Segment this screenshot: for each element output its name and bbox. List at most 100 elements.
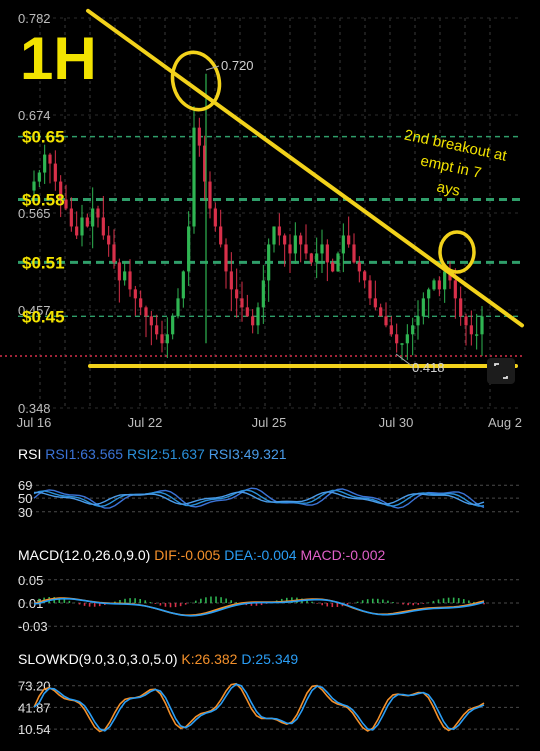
candle-body	[352, 244, 356, 263]
candle-body	[373, 298, 377, 308]
candle-body	[75, 226, 79, 236]
rsi2-value: RSI2:51.637	[126, 446, 205, 462]
candle-body	[69, 208, 73, 227]
x-tick-label: Jul 16	[17, 415, 52, 430]
candle-body	[96, 208, 100, 218]
support-level-label: $0.51	[22, 253, 65, 272]
candle-body	[187, 226, 191, 272]
price-chart-panel: 0.720 0.418 0.7820.6740.5650.4570.348 Ju…	[0, 8, 524, 737]
candle-body	[213, 208, 217, 227]
candle-body	[416, 316, 420, 326]
support-level-label: $0.65	[22, 128, 65, 147]
panel-tick-label: 30	[18, 505, 32, 520]
support-level-label: $0.45	[22, 307, 65, 326]
candle-body	[235, 289, 239, 299]
candle-body	[128, 271, 132, 290]
candle-body	[347, 235, 351, 245]
candle-body	[133, 289, 137, 299]
high-marker-label: 0.720	[221, 58, 254, 73]
rsi1-value: RSI1:63.565	[45, 446, 124, 462]
candle-body	[288, 244, 292, 254]
macd-panel: 0.050.01-0.03	[18, 573, 522, 634]
x-tick-label: Aug 2	[488, 415, 522, 430]
macd-dif-value: DIF:-0.005	[154, 547, 221, 563]
panel-tick-label: 41.87	[18, 700, 51, 715]
candle-body	[309, 253, 313, 263]
candle-body	[240, 298, 244, 308]
fullscreen-button[interactable]	[487, 358, 515, 384]
candle-body	[475, 334, 479, 336]
candle-body	[464, 316, 468, 326]
candle-body	[325, 244, 329, 263]
candle-body	[37, 172, 41, 182]
x-tick-label: Jul 25	[252, 415, 287, 430]
candle-body	[64, 199, 68, 209]
candle-body	[48, 154, 52, 164]
candle-body	[155, 325, 159, 335]
candle-body	[160, 334, 164, 344]
rsi-legend: RSI RSI1:63.565 RSI2:51.637 RSI3:49.321	[18, 446, 287, 462]
candle-body	[320, 244, 324, 254]
timeframe-label: 1H	[20, 25, 97, 92]
candle-body	[272, 226, 276, 245]
breakout-circle-annotation	[438, 230, 476, 274]
candle-body	[91, 208, 95, 227]
candle-body	[384, 316, 388, 326]
y-tick-label: 0.348	[18, 401, 51, 416]
panel-tick-label: 10.54	[18, 722, 51, 737]
low-marker-label: 0.418	[412, 360, 445, 375]
macd-dif-line	[33, 597, 485, 617]
candle-body	[432, 280, 436, 290]
candle-body	[208, 181, 212, 209]
x-tick-label: Jul 30	[379, 415, 414, 430]
candle-body	[192, 127, 196, 227]
candle-body	[256, 307, 260, 326]
macd-dea-value: DEA:-0.004	[224, 547, 297, 563]
candle-body	[267, 244, 271, 281]
candle-body	[283, 235, 287, 245]
candle-body	[53, 163, 57, 182]
candle-body	[224, 244, 228, 272]
candle-body	[363, 271, 367, 281]
panel-tick-label: -0.03	[18, 619, 48, 634]
rsi3-value: RSI3:49.321	[208, 446, 287, 462]
time-axis-ticks: Jul 16 Jul 22 Jul 25 Jul 30 Aug 2	[17, 415, 522, 430]
slowkd-k-value: K:26.382	[181, 651, 238, 667]
candle-body	[165, 334, 169, 344]
macd-legend: MACD(12.0,26.0,9.0) DIF:-0.005 DEA:-0.00…	[18, 547, 385, 563]
candle-body	[229, 271, 233, 290]
candle-body	[107, 235, 111, 245]
candle-body	[304, 244, 308, 254]
candle-body	[459, 298, 463, 317]
candle-body	[315, 253, 319, 263]
candle-body	[389, 325, 393, 335]
candlesticks	[32, 73, 484, 361]
candle-body	[85, 217, 89, 227]
macd-title: MACD(12.0,26.0,9.0)	[18, 547, 151, 563]
candle-body	[117, 262, 121, 281]
candle-body	[453, 280, 457, 299]
candle-body	[251, 316, 255, 326]
candle-body	[149, 316, 153, 326]
candle-body	[395, 334, 399, 344]
candle-body	[245, 307, 249, 317]
candle-body	[405, 334, 409, 344]
candle-body	[437, 280, 441, 290]
candle-body	[171, 316, 175, 335]
candle-body	[293, 235, 297, 254]
candle-body	[421, 298, 425, 317]
candle-body	[197, 127, 201, 146]
candle-body	[112, 244, 116, 263]
slowkd-legend: SLOWKD(9.0,3.0,3.0,5.0) K:26.382 D:25.34…	[18, 651, 298, 667]
rsi-panel: 695030	[18, 478, 522, 520]
candle-body	[411, 325, 415, 335]
slowkd-title: SLOWKD(9.0,3.0,3.0,5.0)	[18, 651, 178, 667]
candle-body	[469, 325, 473, 335]
candle-body	[357, 262, 361, 272]
candle-body	[427, 289, 431, 299]
candle-body	[379, 307, 383, 317]
candle-body	[80, 217, 84, 236]
candle-body	[219, 226, 223, 245]
candle-body	[368, 280, 372, 299]
candle-body	[101, 217, 105, 236]
